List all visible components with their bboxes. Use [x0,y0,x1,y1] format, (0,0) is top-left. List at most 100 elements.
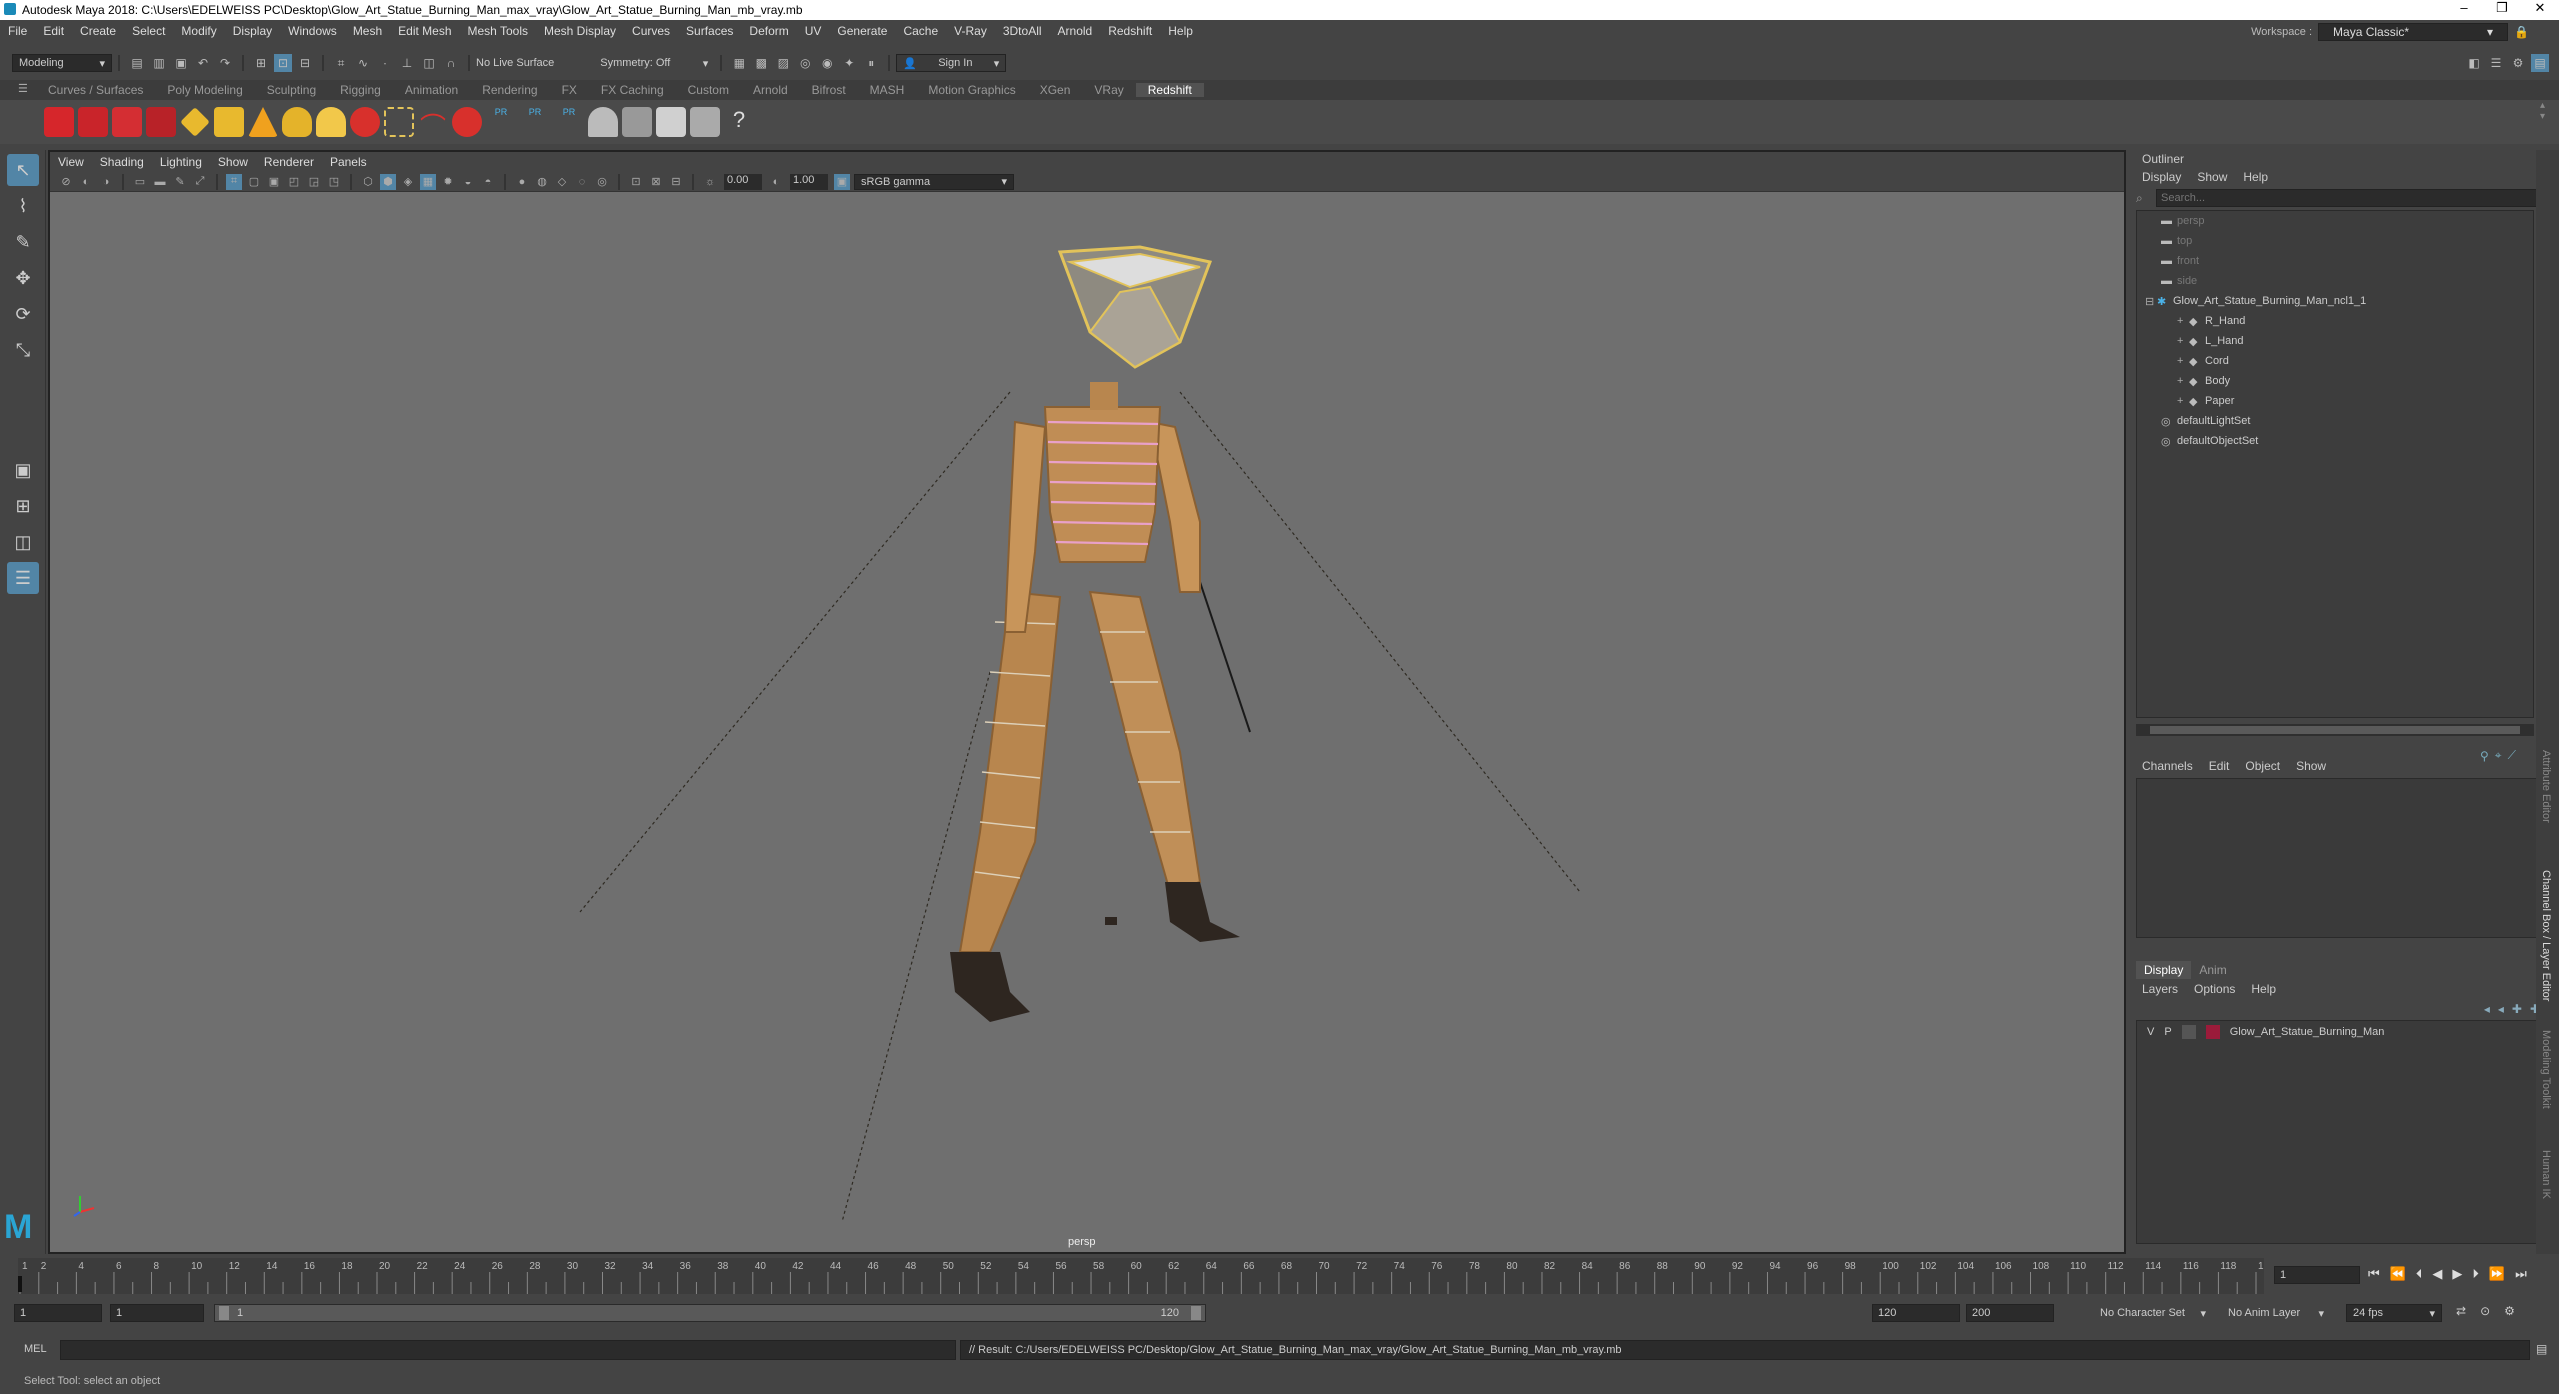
shelf-tab-rendering[interactable]: Rendering [470,83,549,97]
channel-menu-edit[interactable]: Edit [2201,759,2238,773]
menu-surfaces[interactable]: Surfaces [678,24,741,38]
rs-proxy-icon[interactable] [180,107,210,137]
film-gate-icon[interactable]: ▢ [246,174,262,190]
color-management-icon[interactable]: ▣ [834,173,850,190]
layer-playback-toggle[interactable]: P [2164,1026,2171,1038]
isolate-select-icon[interactable]: ⊡ [628,174,644,190]
rs-shader-icon[interactable] [622,107,652,137]
rs-pr-icon-2[interactable]: PR [520,107,550,137]
textured-icon[interactable]: ▦ [420,173,436,190]
outliner-menu-display[interactable]: Display [2134,170,2189,184]
sign-in-button[interactable]: 👤 Sign In ▾ [896,54,1007,72]
menu-v-ray[interactable]: V-Ray [946,24,995,38]
go-to-start-icon[interactable]: ⏮ [2368,1266,2380,1282]
menu-modify[interactable]: Modify [173,24,224,38]
outliner-item[interactable]: ▬ front [2137,251,2533,271]
scroll-thumb[interactable] [2150,726,2520,734]
viewport-menu-shading[interactable]: Shading [92,155,152,169]
magnet-icon[interactable]: ∩ [442,54,460,72]
shelf-tab-motion-graphics[interactable]: Motion Graphics [916,83,1027,97]
start-time-field[interactable]: 1 [14,1304,102,1322]
move-layer-up-icon[interactable]: ◂ [2484,1002,2490,1016]
layer-tab-anim[interactable]: Anim [2191,961,2234,979]
modeling-toolkit-icon[interactable]: ◧ [2465,54,2483,72]
move-tool-icon[interactable]: ✥ [7,262,39,294]
paint-select-tool-icon[interactable]: ✎ [7,226,39,258]
outliner-item[interactable]: ▬ persp [2137,211,2533,231]
menu-edit-mesh[interactable]: Edit Mesh [390,24,459,38]
viewport-menu-view[interactable]: View [50,155,92,169]
range-bar[interactable]: 1 120 [214,1304,1206,1322]
shelf-tab-curves-surfaces[interactable]: Curves / Surfaces [36,83,155,97]
expand-icon[interactable]: + [2177,315,2189,327]
script-language-toggle[interactable]: MEL [24,1343,47,1355]
scene-canvas[interactable] [50,192,2124,1252]
step-back-key-icon[interactable]: ⏪ [2390,1266,2406,1282]
playback-end-field[interactable]: 120 [1872,1304,1960,1322]
backface-icon[interactable]: ⊟ [668,174,684,190]
attribute-editor-tab[interactable]: Attribute Editor [2540,750,2552,823]
wireframe-on-shaded-icon[interactable]: ◈ [400,174,416,190]
bookmark-icon[interactable]: ◑ [98,174,114,190]
key-icon[interactable]: ⚲ [2480,749,2489,763]
safe-action-icon[interactable]: ◳ [326,174,342,190]
outliner-item[interactable]: ◎ defaultLightSet [2137,411,2533,431]
rs-sphere-light-icon[interactable] [452,107,482,137]
shelf-tab-mash[interactable]: MASH [858,83,917,97]
snap-curve-icon[interactable]: ∿ [354,54,372,72]
rs-volume-icon[interactable] [214,107,244,137]
range-start-handle[interactable] [219,1306,229,1320]
expand-icon[interactable]: + [2177,355,2189,367]
shelf-tab-rigging[interactable]: Rigging [328,83,393,97]
rs-physical-light-icon[interactable] [350,107,380,137]
shelf-tab-fx-caching[interactable]: FX Caching [589,83,676,97]
camera-icon[interactable]: ▭ [132,174,148,190]
snap-grid-icon[interactable]: ⌗ [332,54,350,72]
render-settings-icon[interactable]: ◎ [796,54,814,72]
command-input[interactable] [60,1340,956,1360]
symmetry-dropdown[interactable]: Symmetry: Off ▾ [594,54,714,72]
menu-3dtoall[interactable]: 3DtoAll [995,24,1050,38]
xray-joints-icon[interactable]: ◎ [594,174,610,190]
loop-icon[interactable]: ⇄ [2456,1304,2466,1318]
outliner-search-input[interactable] [2156,189,2548,207]
menu-mesh[interactable]: Mesh [345,24,390,38]
layer-row[interactable]: V P Glow_Art_Statue_Burning_Man [2137,1021,2547,1043]
channel-box-tab[interactable]: Channel Box / Layer Editor [2540,870,2552,1001]
outliner-item[interactable]: ▬ top [2137,231,2533,251]
menu-select[interactable]: Select [124,24,173,38]
shelf-tab-sculpting[interactable]: Sculpting [255,83,328,97]
menu-generate[interactable]: Generate [829,24,895,38]
outliner-item[interactable]: + ◆ R_Hand [2137,311,2533,331]
menu-create[interactable]: Create [72,24,124,38]
channel-menu-object[interactable]: Object [2237,759,2288,773]
outliner-hscroll[interactable] [2136,724,2534,736]
layer-tab-display[interactable]: Display [2136,961,2192,979]
layer-type-toggle[interactable] [2181,1025,2196,1039]
view-transform-dropdown[interactable]: sRGB gamma ▾ [854,173,1014,190]
save-scene-icon[interactable]: ▣ [172,54,190,72]
play-forwards-icon[interactable]: ▶ [2452,1266,2462,1282]
outliner-item[interactable]: + ◆ L_Hand [2137,331,2533,351]
outliner-item[interactable]: + ◆ Body [2137,371,2533,391]
camera-attributes-icon[interactable]: ◐ [78,174,94,190]
exposure-icon[interactable]: ☼ [702,174,718,190]
menu-arnold[interactable]: Arnold [1050,24,1101,38]
step-forward-frame-icon[interactable]: ⏵ [2472,1266,2479,1282]
resolution-gate-icon[interactable]: ▣ [266,174,282,190]
side-by-side-layout-icon[interactable]: ◫ [7,526,39,558]
outliner-item[interactable]: ◎ defaultObjectSet [2137,431,2533,451]
tool-settings-icon[interactable]: ⚙ [2509,54,2527,72]
current-time-marker[interactable] [18,1276,22,1292]
select-camera-icon[interactable]: ⊘ [58,174,74,190]
viewport-persp[interactable]: View Shading Lighting Show Renderer Panels ⊘ … [48,150,2126,1254]
layer-visibility-toggle[interactable]: V [2147,1026,2154,1038]
select-object-icon[interactable]: ⊡ [274,54,292,72]
anim-layer-dropdown[interactable]: No Anim Layer ▾ [2222,1304,2330,1322]
play-backwards-icon[interactable]: ◀ [2432,1266,2442,1282]
layer-name[interactable]: Glow_Art_Statue_Burning_Man [2230,1026,2385,1038]
smooth-shade-icon[interactable]: ⬢ [380,173,396,190]
rs-render-settings-icon[interactable] [78,107,108,137]
open-scene-icon[interactable]: ▥ [150,54,168,72]
channel-menu-show[interactable]: Show [2288,759,2334,773]
